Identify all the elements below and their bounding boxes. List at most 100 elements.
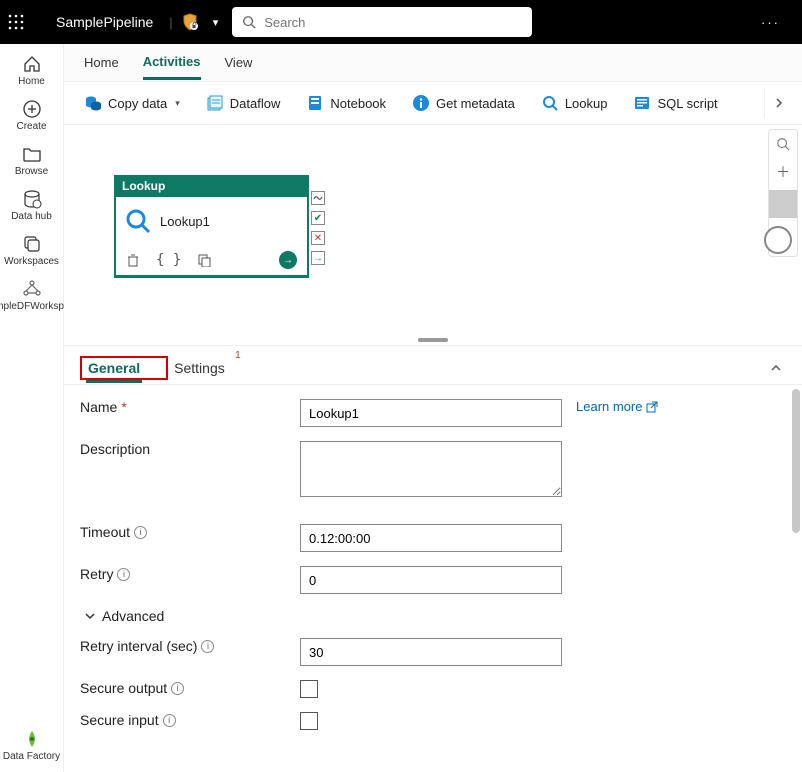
zoom-search-icon[interactable] xyxy=(769,130,797,158)
app-launcher-icon[interactable] xyxy=(8,14,40,30)
info-icon[interactable]: i xyxy=(117,568,130,581)
handle-skip-icon[interactable]: → xyxy=(311,251,325,265)
scrollbar-thumb[interactable] xyxy=(792,389,800,533)
rail-label: Create xyxy=(16,121,46,132)
rail-workspaces[interactable]: Workspaces xyxy=(2,234,62,267)
divider: | xyxy=(169,15,172,30)
copy-icon[interactable] xyxy=(197,253,211,267)
copydata-icon xyxy=(84,94,102,112)
folder-icon xyxy=(22,144,42,164)
external-link-icon xyxy=(646,401,658,413)
prop-tab-general[interactable]: General xyxy=(86,356,142,383)
main-area: Home Activities View Copy data ▾ Dataflo… xyxy=(64,44,802,772)
delete-icon[interactable] xyxy=(126,253,140,267)
secure-input-checkbox[interactable] xyxy=(300,712,318,730)
dataflow-icon xyxy=(206,94,224,112)
info-icon[interactable]: i xyxy=(163,714,176,727)
info-icon[interactable]: i xyxy=(171,682,184,695)
graph-icon xyxy=(22,279,42,299)
search-input[interactable] xyxy=(264,15,522,30)
handle-pending-icon[interactable] xyxy=(311,191,325,205)
stack-icon xyxy=(22,234,42,254)
tool-get-metadata[interactable]: Get metadata xyxy=(402,88,525,118)
retry-input[interactable] xyxy=(300,566,562,594)
chevron-right-icon xyxy=(774,98,784,108)
rail-browse[interactable]: Browse xyxy=(2,144,62,177)
tool-copy-data[interactable]: Copy data ▾ xyxy=(74,88,190,118)
rail-label: Workspaces xyxy=(4,256,59,267)
tool-label: Notebook xyxy=(330,96,386,111)
more-icon[interactable]: ··· xyxy=(747,15,794,30)
notebook-icon xyxy=(306,94,324,112)
description-input[interactable] xyxy=(300,441,562,497)
rail-label: Data Factory xyxy=(3,751,60,762)
prop-tab-settings[interactable]: Settings 1 xyxy=(168,352,231,384)
tool-notebook[interactable]: Notebook xyxy=(296,88,396,118)
secure-output-checkbox[interactable] xyxy=(300,680,318,698)
learn-more-link[interactable]: Learn more xyxy=(576,399,658,414)
chevron-down-icon xyxy=(84,610,96,622)
sql-icon xyxy=(633,94,651,112)
rail-sample-workspace[interactable]: SampleDFWorkspace xyxy=(2,279,62,312)
rail-label: Home xyxy=(18,76,45,87)
panel-resize-handle[interactable] xyxy=(64,335,802,345)
node-handles: ✔ ✕ → xyxy=(311,191,325,265)
shield-icon[interactable] xyxy=(181,13,199,31)
run-icon[interactable]: → xyxy=(279,251,297,269)
retry-interval-label: Retry interval (sec) i xyxy=(80,638,300,654)
timeout-label: Timeout i xyxy=(80,524,300,540)
secure-output-label: Secure output i xyxy=(80,680,300,696)
toolbar-scroll-right[interactable] xyxy=(764,88,792,118)
chevron-down-icon[interactable]: ▾ xyxy=(207,16,225,29)
node-body[interactable]: Lookup1 ✔ ✕ → xyxy=(114,197,309,245)
node-footer: { } → xyxy=(114,245,309,278)
home-icon xyxy=(22,54,42,74)
search-icon xyxy=(242,15,256,29)
description-label: Description xyxy=(80,441,300,457)
tab-view[interactable]: View xyxy=(225,47,253,78)
timeout-input[interactable] xyxy=(300,524,562,552)
prop-tab-label: Settings xyxy=(174,360,225,376)
lookup-node[interactable]: Lookup Lookup1 ✔ ✕ → { } → xyxy=(114,175,309,278)
activities-toolbar: Copy data ▾ Dataflow Notebook Get metada… xyxy=(64,82,802,125)
collapse-panel-icon[interactable] xyxy=(766,358,786,378)
zoom-slider[interactable] xyxy=(769,190,797,218)
tab-activities[interactable]: Activities xyxy=(143,46,201,80)
zoom-controls: ＋ − xyxy=(768,129,798,257)
nav-tabs: Home Activities View xyxy=(64,44,802,82)
rail-datahub[interactable]: Data hub xyxy=(2,189,62,222)
handle-fail-icon[interactable]: ✕ xyxy=(311,231,325,245)
lookup-icon xyxy=(124,207,152,235)
handle-success-icon[interactable]: ✔ xyxy=(311,211,325,225)
datafactory-icon xyxy=(22,729,42,749)
tool-label: Dataflow xyxy=(230,96,281,111)
top-bar: SamplePipeline | ▾ ··· xyxy=(0,0,802,44)
rail-datafactory[interactable]: Data Factory xyxy=(3,729,60,772)
code-icon[interactable]: { } xyxy=(156,252,181,268)
highlight-general: General xyxy=(80,356,168,380)
name-label: Name * xyxy=(80,399,300,415)
zoom-in-icon[interactable]: ＋ xyxy=(769,158,797,186)
panel-scrollbar[interactable] xyxy=(790,385,802,772)
retry-label: Retry i xyxy=(80,566,300,582)
info-icon[interactable]: i xyxy=(201,640,214,653)
search-box[interactable] xyxy=(232,7,532,37)
rail-label: Browse xyxy=(15,166,48,177)
rail-create[interactable]: Create xyxy=(2,99,62,132)
tab-home[interactable]: Home xyxy=(84,47,119,78)
node-name: Lookup1 xyxy=(160,214,210,229)
info-icon[interactable]: i xyxy=(134,526,147,539)
advanced-toggle[interactable]: Advanced xyxy=(84,608,776,624)
zoom-thumb[interactable] xyxy=(764,226,792,254)
project-name[interactable]: SamplePipeline xyxy=(48,14,161,30)
tool-lookup[interactable]: Lookup xyxy=(531,88,618,118)
pipeline-canvas[interactable]: Lookup Lookup1 ✔ ✕ → { } → xyxy=(64,125,802,335)
rail-home[interactable]: Home xyxy=(2,54,62,87)
chevron-down-icon: ▾ xyxy=(175,98,180,109)
tool-sql-script[interactable]: SQL script xyxy=(623,88,727,118)
name-input[interactable] xyxy=(300,399,562,427)
tool-dataflow[interactable]: Dataflow xyxy=(196,88,291,118)
retry-interval-input[interactable] xyxy=(300,638,562,666)
database-icon xyxy=(22,189,42,209)
info-icon xyxy=(412,94,430,112)
